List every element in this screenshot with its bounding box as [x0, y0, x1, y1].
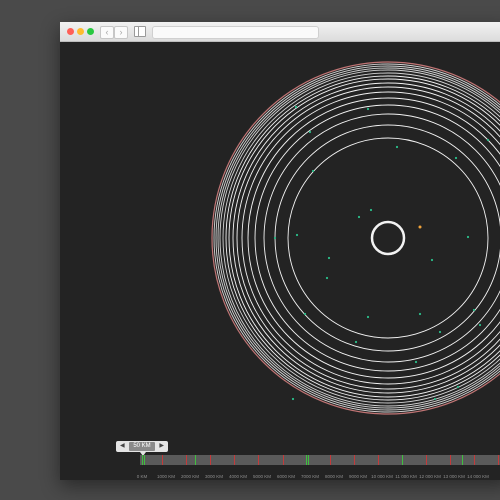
satellite-dot[interactable] [311, 169, 315, 173]
track-marker [426, 455, 427, 465]
browser-titlebar: ‹ › [60, 22, 500, 42]
satellite-dot[interactable] [486, 138, 490, 142]
track-marker [306, 455, 307, 465]
track-marker [258, 455, 259, 465]
track-marker [474, 455, 475, 465]
axis-tick-label: 6000 KM [276, 474, 296, 479]
track-marker [144, 455, 145, 465]
satellite-dot[interactable] [325, 276, 329, 280]
orbit-ring [287, 137, 489, 339]
orbit-ring [232, 82, 500, 394]
orbit-ring [217, 67, 500, 409]
decrease-arrow-icon[interactable]: ◀ [120, 441, 125, 452]
satellite-dot[interactable] [456, 385, 460, 389]
earth-center-ring [370, 220, 406, 256]
satellite-dot[interactable] [357, 215, 361, 219]
track-marker [162, 455, 163, 465]
close-window-button[interactable] [67, 28, 74, 35]
satellite-dot[interactable] [273, 236, 277, 240]
track-marker [234, 455, 235, 465]
satellite-dot[interactable] [466, 235, 470, 239]
visualization-area: ◀ 50 KM ▶ 0 KM 1000 KM 2000 KM 3000 KM 4000 … [60, 42, 500, 480]
satellite-dot[interactable] [430, 258, 434, 262]
track-marker [195, 455, 196, 465]
satellite-dot[interactable] [354, 340, 358, 344]
satellite-dot[interactable] [308, 130, 312, 134]
minimize-window-button[interactable] [77, 28, 84, 35]
satellite-dot[interactable] [366, 107, 370, 111]
track-marker [462, 455, 463, 465]
track-marker [210, 455, 211, 465]
sidebar-toggle-icon[interactable] [134, 26, 146, 37]
slider-value: 50 KM [129, 442, 155, 451]
satellite-dot[interactable] [366, 315, 370, 319]
satellite-dot[interactable] [478, 323, 482, 327]
satellite-dot[interactable] [418, 312, 422, 316]
track-marker [402, 455, 403, 465]
satellite-dot[interactable] [291, 397, 295, 401]
back-button[interactable]: ‹ [100, 26, 114, 39]
axis-tick-label: 4000 KM [228, 474, 248, 479]
forward-button[interactable]: › [114, 26, 128, 39]
axis-tick-label: 14 000 KM [467, 474, 489, 479]
orbit-ring [263, 113, 500, 363]
orbit-ring [228, 78, 500, 398]
orbit-ring [225, 75, 500, 401]
axis-tick-label: 3000 KM [204, 474, 224, 479]
orbit-visualization [211, 61, 500, 415]
highlighted-object-dot[interactable] [418, 225, 422, 229]
distance-slider-label[interactable]: ◀ 50 KM ▶ [116, 441, 168, 452]
satellite-dot[interactable] [369, 208, 373, 212]
orbit-ring [222, 72, 500, 404]
axis-tick-label: 7000 KM [300, 474, 320, 479]
axis-tick-label: 13 000 KM [443, 474, 465, 479]
satellite-dot[interactable] [303, 312, 307, 316]
track-marker [186, 455, 187, 465]
browser-window: ‹ › ◀ 50 KM ▶ 0 KM 1000 KM 2000 KM 3000 KM 4… [60, 22, 500, 480]
satellite-dot[interactable] [414, 360, 418, 364]
track-marker [283, 455, 284, 465]
orbit-ring [274, 124, 500, 352]
axis-tick-label: 12 000 KM [419, 474, 441, 479]
track-marker [142, 455, 143, 465]
orbit-rings [211, 61, 500, 415]
axis-tick-label: 11 000 KM [395, 474, 417, 479]
increase-arrow-icon[interactable]: ▶ [159, 441, 164, 452]
satellite-dot[interactable] [295, 233, 299, 237]
satellite-dot[interactable] [438, 330, 442, 334]
axis-tick-label: 8000 KM [324, 474, 344, 479]
axis-tick-label: 1000 KM [156, 474, 176, 479]
axis-tick-label: 2000 KM [180, 474, 200, 479]
track-marker [308, 455, 309, 465]
zoom-window-button[interactable] [87, 28, 94, 35]
satellite-dot[interactable] [327, 256, 331, 260]
axis-tick-label: 9000 KM [348, 474, 368, 479]
satellite-dot[interactable] [454, 156, 458, 160]
track-marker [498, 455, 499, 465]
axis-tick-label: 5000 KM [252, 474, 272, 479]
track-marker [450, 455, 451, 465]
track-marker [378, 455, 379, 465]
distance-track[interactable] [140, 455, 500, 465]
axis-tick-label: 0 KM [136, 474, 148, 479]
axis-tick-label: 10 000 KM [371, 474, 393, 479]
satellite-dot[interactable] [395, 145, 399, 149]
track-marker [354, 455, 355, 465]
orbit-ring [236, 86, 500, 390]
satellite-dot[interactable] [472, 308, 476, 312]
address-bar[interactable] [152, 26, 319, 39]
satellite-dot[interactable] [294, 105, 298, 109]
orbit-ring [254, 104, 500, 372]
satellite-dot[interactable] [433, 397, 437, 401]
track-marker [330, 455, 331, 465]
orbit-ring [247, 97, 500, 379]
